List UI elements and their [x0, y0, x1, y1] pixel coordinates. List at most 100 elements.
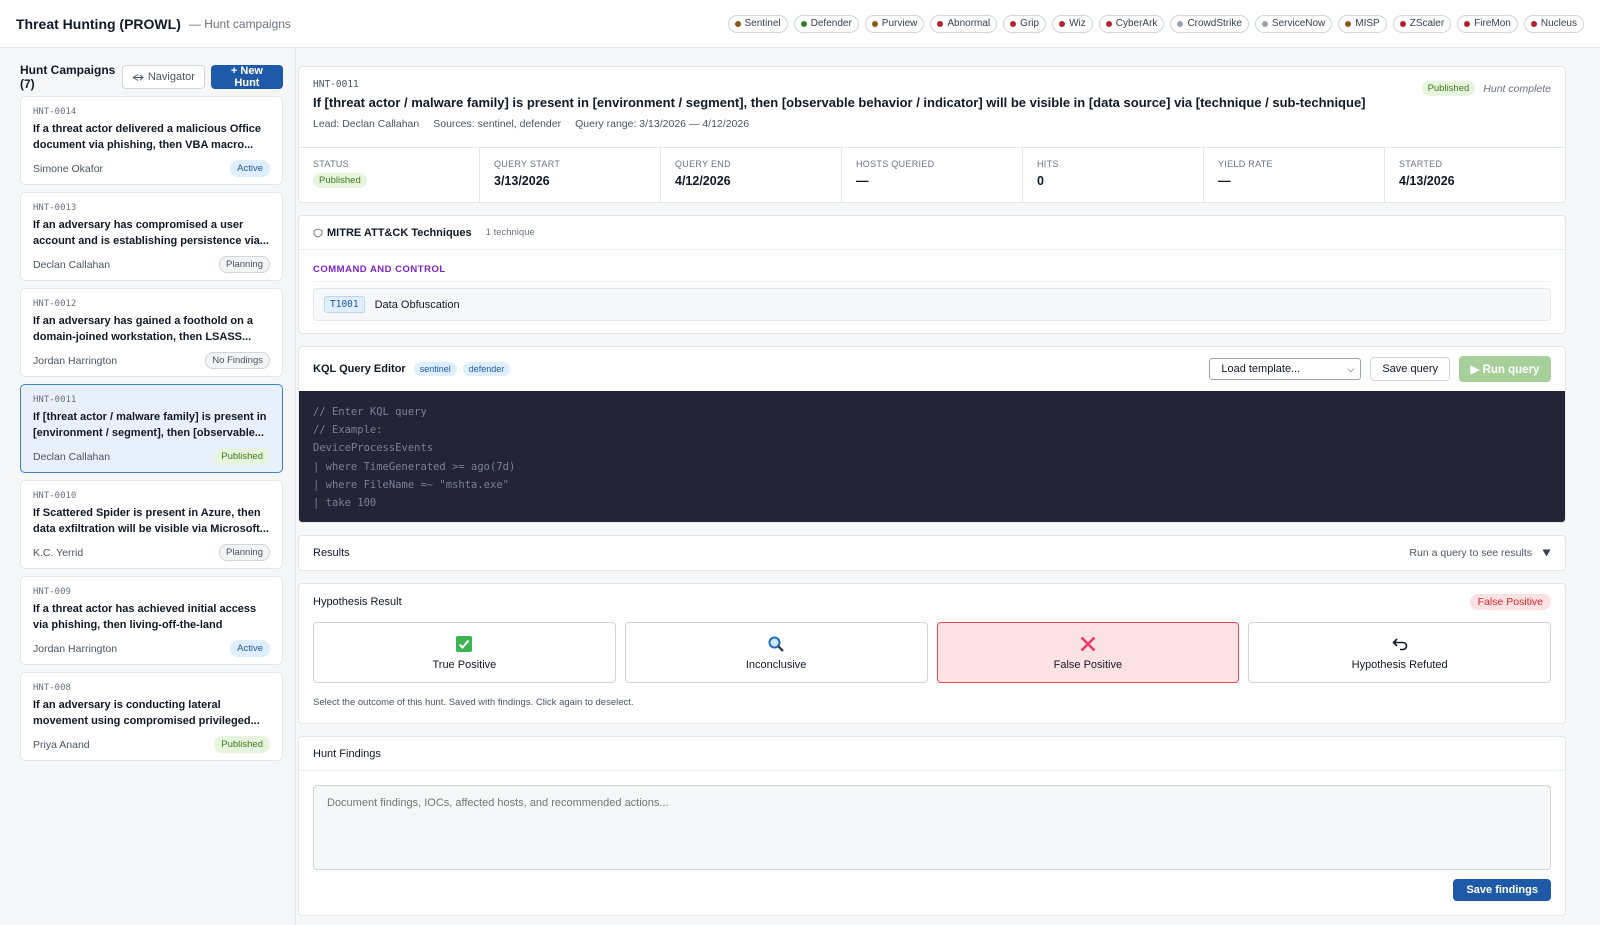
- technique-row[interactable]: T1001 Data Obfuscation: [313, 288, 1551, 321]
- x-icon: [1079, 635, 1097, 653]
- hunt-lead: Lead: Declan Callahan: [313, 118, 420, 130]
- campaign-footer: Simone Okafor Active: [33, 160, 270, 177]
- source-chip[interactable]: ZScaler: [1392, 14, 1452, 33]
- hunt-status: Published Hunt complete: [1421, 81, 1551, 96]
- source-chip-label: Purview: [881, 18, 918, 29]
- campaign-card[interactable]: HNT-008 If an adversary is conducting lat…: [20, 672, 283, 761]
- navigator-button[interactable]: Navigator: [121, 65, 205, 89]
- source-chip[interactable]: CrowdStrike: [1170, 14, 1249, 33]
- campaign-card[interactable]: HNT-0010 If Scattered Spider is present i…: [20, 480, 283, 569]
- save-findings-button[interactable]: Save findings: [1453, 879, 1551, 901]
- kql-tag-defender: defender: [462, 362, 511, 376]
- campaign-footer: Jordan Harrington No Findings: [33, 352, 270, 369]
- code-line: | where TimeGenerated >= ago(7d): [313, 460, 516, 473]
- campaign-footer: Priya Anand Published: [33, 736, 270, 753]
- outcome-true-positive[interactable]: True Positive: [313, 622, 616, 683]
- source-chip[interactable]: FireMon: [1457, 14, 1518, 33]
- hunt-range: Query range: 3/13/2026 — 4/12/2026: [575, 118, 750, 130]
- source-chip[interactable]: ServiceNow: [1254, 14, 1333, 33]
- run-query-button[interactable]: ▶ Run query: [1459, 356, 1551, 382]
- stat-value: —: [1218, 174, 1231, 188]
- campaign-status-badge: Active: [230, 160, 270, 177]
- tactic-heading: COMMAND AND CONTROL: [313, 250, 1551, 282]
- status-dot-icon: [1530, 20, 1537, 27]
- campaign-hypothesis: If Scattered Spider is present in Azure,…: [33, 507, 269, 535]
- campaign-status-badge: Active: [230, 640, 270, 657]
- magnifier-icon: [767, 635, 785, 653]
- source-chip[interactable]: Wiz: [1052, 14, 1093, 33]
- stat-cell: QUERY END 4/12/2026: [661, 148, 842, 203]
- campaign-id: HNT-0011: [33, 395, 77, 405]
- template-select[interactable]: Load template... ⌵: [1209, 358, 1362, 380]
- source-chip[interactable]: Abnormal: [930, 14, 998, 33]
- save-query-button[interactable]: Save query: [1370, 357, 1450, 381]
- status-dot-icon: [1464, 20, 1471, 27]
- findings-textarea[interactable]: [313, 785, 1551, 870]
- hypothesis-title: Hypothesis Result: [313, 596, 402, 608]
- campaign-status-badge: Published: [214, 736, 270, 753]
- stat-label: STATUS: [313, 159, 349, 169]
- status-dot-icon: [1345, 20, 1352, 27]
- triangle-down-icon[interactable]: [1542, 549, 1551, 557]
- campaign-footer: Jordan Harrington Active: [33, 640, 270, 657]
- campaign-id: HNT-0012: [33, 299, 77, 309]
- campaign-lead: Priya Anand: [33, 738, 90, 751]
- sidebar: Hunt Campaigns (7) Navigator + New Hunt …: [0, 48, 296, 925]
- outcome-inconclusive[interactable]: Inconclusive: [624, 622, 928, 683]
- source-chip-label: Abnormal: [947, 18, 991, 29]
- status-note: Hunt complete: [1483, 82, 1551, 95]
- hypothesis-header: Hypothesis Result False Positive: [313, 584, 1551, 620]
- status-dot-icon: [1059, 20, 1066, 27]
- source-chip[interactable]: Grip: [1003, 14, 1047, 33]
- status-dot-icon: [1105, 20, 1112, 27]
- results-panel[interactable]: Results Run a query to see results: [298, 535, 1566, 571]
- source-chip-label: FireMon: [1474, 18, 1511, 29]
- source-chip[interactable]: CyberArk: [1098, 14, 1165, 33]
- stat-label: STARTED: [1399, 159, 1443, 169]
- campaign-card[interactable]: HNT-009 If a threat actor has achieved in…: [20, 576, 283, 665]
- campaign-id: HNT-009: [33, 587, 71, 597]
- source-chip[interactable]: Purview: [864, 14, 925, 33]
- source-chip-label: ZScaler: [1409, 18, 1445, 29]
- source-chip[interactable]: MISP: [1338, 14, 1387, 33]
- stat-cell: HITS 0: [1023, 148, 1204, 203]
- campaign-card[interactable]: HNT-0013 If an adversary has compromised …: [20, 192, 283, 281]
- campaign-card[interactable]: HNT-0014 If a threat actor delivered a ma…: [20, 96, 283, 185]
- mitre-title: MITRE ATT&CK Techniques: [313, 227, 472, 239]
- source-chip-label: MISP: [1355, 18, 1380, 29]
- hunt-meta: Lead: Declan Callahan Sources: sentinel,…: [313, 118, 1551, 130]
- campaign-hypothesis: If an adversary has gained a foothold on…: [33, 315, 254, 343]
- kql-editor[interactable]: // Enter KQL query // Example: DeviceProce…: [299, 391, 1565, 522]
- campaign-card[interactable]: HNT-0012 If an adversary has gained a foo…: [20, 288, 283, 377]
- stat-cell: YIELD RATE —: [1204, 148, 1385, 203]
- kql-tag-sentinel: sentinel: [413, 362, 457, 376]
- source-chip[interactable]: Nucleus: [1523, 14, 1584, 33]
- new-hunt-button[interactable]: + New Hunt: [210, 65, 283, 89]
- source-chip[interactable]: Defender: [793, 14, 859, 33]
- campaign-lead: K.C. Yerrid: [33, 546, 84, 559]
- campaign-hypothesis: If an adversary is conducting lateral mo…: [33, 699, 260, 727]
- campaign-lead: Declan Callahan: [33, 258, 111, 271]
- source-chip-label: Grip: [1020, 18, 1040, 29]
- stat-value: 0: [1037, 174, 1044, 188]
- hypothesis-panel: Hypothesis Result False Positive True Po…: [298, 583, 1566, 724]
- outcome-false-positive[interactable]: False Positive: [936, 622, 1240, 683]
- code-line: | where FileName =~ "mshta.exe": [313, 478, 509, 491]
- campaign-card[interactable]: HNT-0011 If [threat actor / malware famil…: [20, 384, 283, 473]
- campaign-id: HNT-0013: [33, 203, 77, 213]
- campaign-status-badge: Planning: [219, 544, 270, 561]
- source-chip-label: Nucleus: [1540, 18, 1577, 29]
- campaign-hypothesis: If an adversary has compromised a user a…: [33, 219, 269, 247]
- sidebar-header: Hunt Campaigns (7) Navigator + New Hunt: [20, 63, 283, 91]
- source-chip[interactable]: Sentinel: [727, 14, 788, 33]
- campaign-hypothesis: If a threat actor has achieved initial a…: [33, 603, 257, 631]
- compass-icon: [132, 73, 144, 81]
- campaign-lead: Declan Callahan: [33, 450, 111, 463]
- outcome-hypothesis-refuted[interactable]: Hypothesis Refuted: [1248, 622, 1551, 683]
- stat-label: QUERY END: [675, 159, 731, 169]
- source-chip-label: ServiceNow: [1271, 18, 1326, 29]
- mitre-header[interactable]: MITRE ATT&CK Techniques 1 technique: [299, 216, 1565, 250]
- status-badge: Published: [1421, 81, 1476, 96]
- mitre-title-text: MITRE ATT&CK Techniques: [327, 226, 472, 239]
- status-dot-icon: [871, 20, 878, 27]
